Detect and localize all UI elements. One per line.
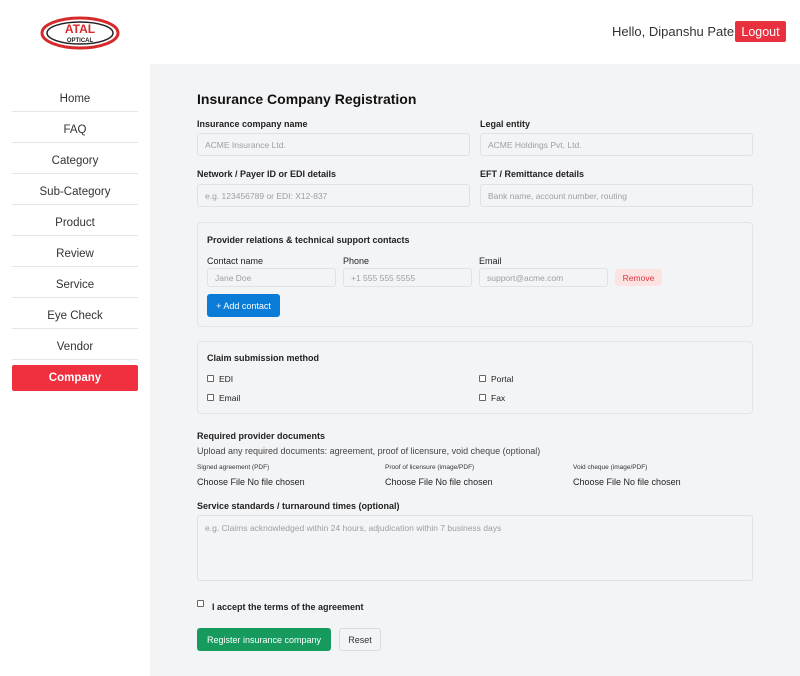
portal-label: Portal [491, 374, 514, 384]
sidebar-item-category[interactable]: Category [12, 148, 138, 174]
contacts-panel: Provider relations & technical support c… [197, 222, 753, 327]
atal-optical-logo[interactable]: ATAL OPTICAL [40, 13, 120, 53]
fax-checkbox[interactable] [479, 394, 486, 401]
email-checkbox[interactable] [207, 394, 214, 401]
contact-name-input[interactable]: Jane Doe [207, 268, 336, 287]
top-header: ATAL OPTICAL Hello, Dipanshu Patel Logou… [0, 0, 800, 64]
choose-file-button[interactable]: Choose File [573, 477, 621, 487]
edi-label: EDI [219, 374, 234, 384]
edi-checkbox[interactable] [207, 375, 214, 382]
network-label: Network / Payer ID or EDI details [197, 169, 337, 179]
logo-text-top: ATAL [65, 22, 95, 36]
sidebar-item-eye-check[interactable]: Eye Check [12, 303, 138, 329]
void-cheque-label: Void cheque (image/PDF) [573, 464, 648, 471]
agreement-label: Signed agreement (PDF) [197, 464, 270, 471]
documents-title: Required provider documents [197, 431, 326, 441]
standards-textarea[interactable]: e.g. Claims acknowledged within 24 hours… [197, 515, 753, 581]
network-input[interactable]: e.g. 123456789 or EDI: X12-837 [197, 184, 470, 207]
company-name-input[interactable]: ACME Insurance Ltd. [197, 133, 470, 156]
user-greeting: Hello, Dipanshu Patel [612, 24, 738, 39]
void-cheque-file-input[interactable]: Choose File No file chosen [573, 477, 681, 487]
eft-input[interactable]: Bank name, account number, routing [480, 184, 753, 207]
sidebar-item-faq[interactable]: FAQ [12, 117, 138, 143]
claims-panel: Claim submission method EDI Portal Email… [197, 341, 753, 414]
sidebar-item-company[interactable]: Company [12, 365, 138, 391]
choose-file-button[interactable]: Choose File [385, 477, 433, 487]
remove-contact-button[interactable]: Remove [615, 269, 662, 286]
licensure-file-input[interactable]: Choose File No file chosen [385, 477, 493, 487]
sidebar-item-review[interactable]: Review [12, 241, 138, 267]
claims-title: Claim submission method [207, 353, 320, 363]
page-title: Insurance Company Registration [197, 91, 417, 107]
licensure-label: Proof of licensure (image/PDF) [385, 464, 475, 471]
file-status: No file chosen [435, 477, 493, 487]
phone-header: Phone [343, 256, 370, 266]
register-button[interactable]: Register insurance company [197, 628, 331, 651]
sidebar-item-sub-category[interactable]: Sub-Category [12, 179, 138, 205]
add-contact-button[interactable]: + Add contact [207, 294, 280, 317]
agreement-file-input[interactable]: Choose File No file chosen [197, 477, 305, 487]
eft-label: EFT / Remittance details [480, 169, 585, 179]
email-input[interactable]: support@acme.com [479, 268, 608, 287]
main-content: Insurance Company Registration Insurance… [150, 64, 800, 676]
logo-text-bottom: OPTICAL [67, 38, 94, 44]
reset-button[interactable]: Reset [339, 628, 381, 651]
documents-hint: Upload any required documents: agreement… [197, 446, 541, 456]
contacts-title: Provider relations & technical support c… [207, 235, 410, 245]
fax-label: Fax [491, 393, 506, 403]
standards-label: Service standards / turnaround times (op… [197, 501, 400, 511]
file-status: No file chosen [247, 477, 305, 487]
phone-input[interactable]: +1 555 555 5555 [343, 268, 472, 287]
sidebar-item-vendor[interactable]: Vendor [12, 334, 138, 360]
contact-name-header: Contact name [207, 256, 264, 266]
email-header: Email [479, 256, 502, 266]
sidebar-item-product[interactable]: Product [12, 210, 138, 236]
sidebar-item-home[interactable]: Home [12, 86, 138, 112]
file-status: No file chosen [623, 477, 681, 487]
logout-button[interactable]: Logout [735, 21, 786, 42]
choose-file-button[interactable]: Choose File [197, 477, 245, 487]
company-name-label: Insurance company name [197, 119, 308, 129]
legal-entity-input[interactable]: ACME Holdings Pvt. Ltd. [480, 133, 753, 156]
terms-label: I accept the terms of the agreement [212, 602, 364, 612]
portal-checkbox[interactable] [479, 375, 486, 382]
terms-checkbox[interactable] [197, 600, 204, 607]
sidebar-item-service[interactable]: Service [12, 272, 138, 298]
sidebar: Home FAQ Category Sub-Category Product R… [0, 64, 150, 676]
email-option-label: Email [219, 393, 241, 403]
legal-entity-label: Legal entity [480, 119, 531, 129]
